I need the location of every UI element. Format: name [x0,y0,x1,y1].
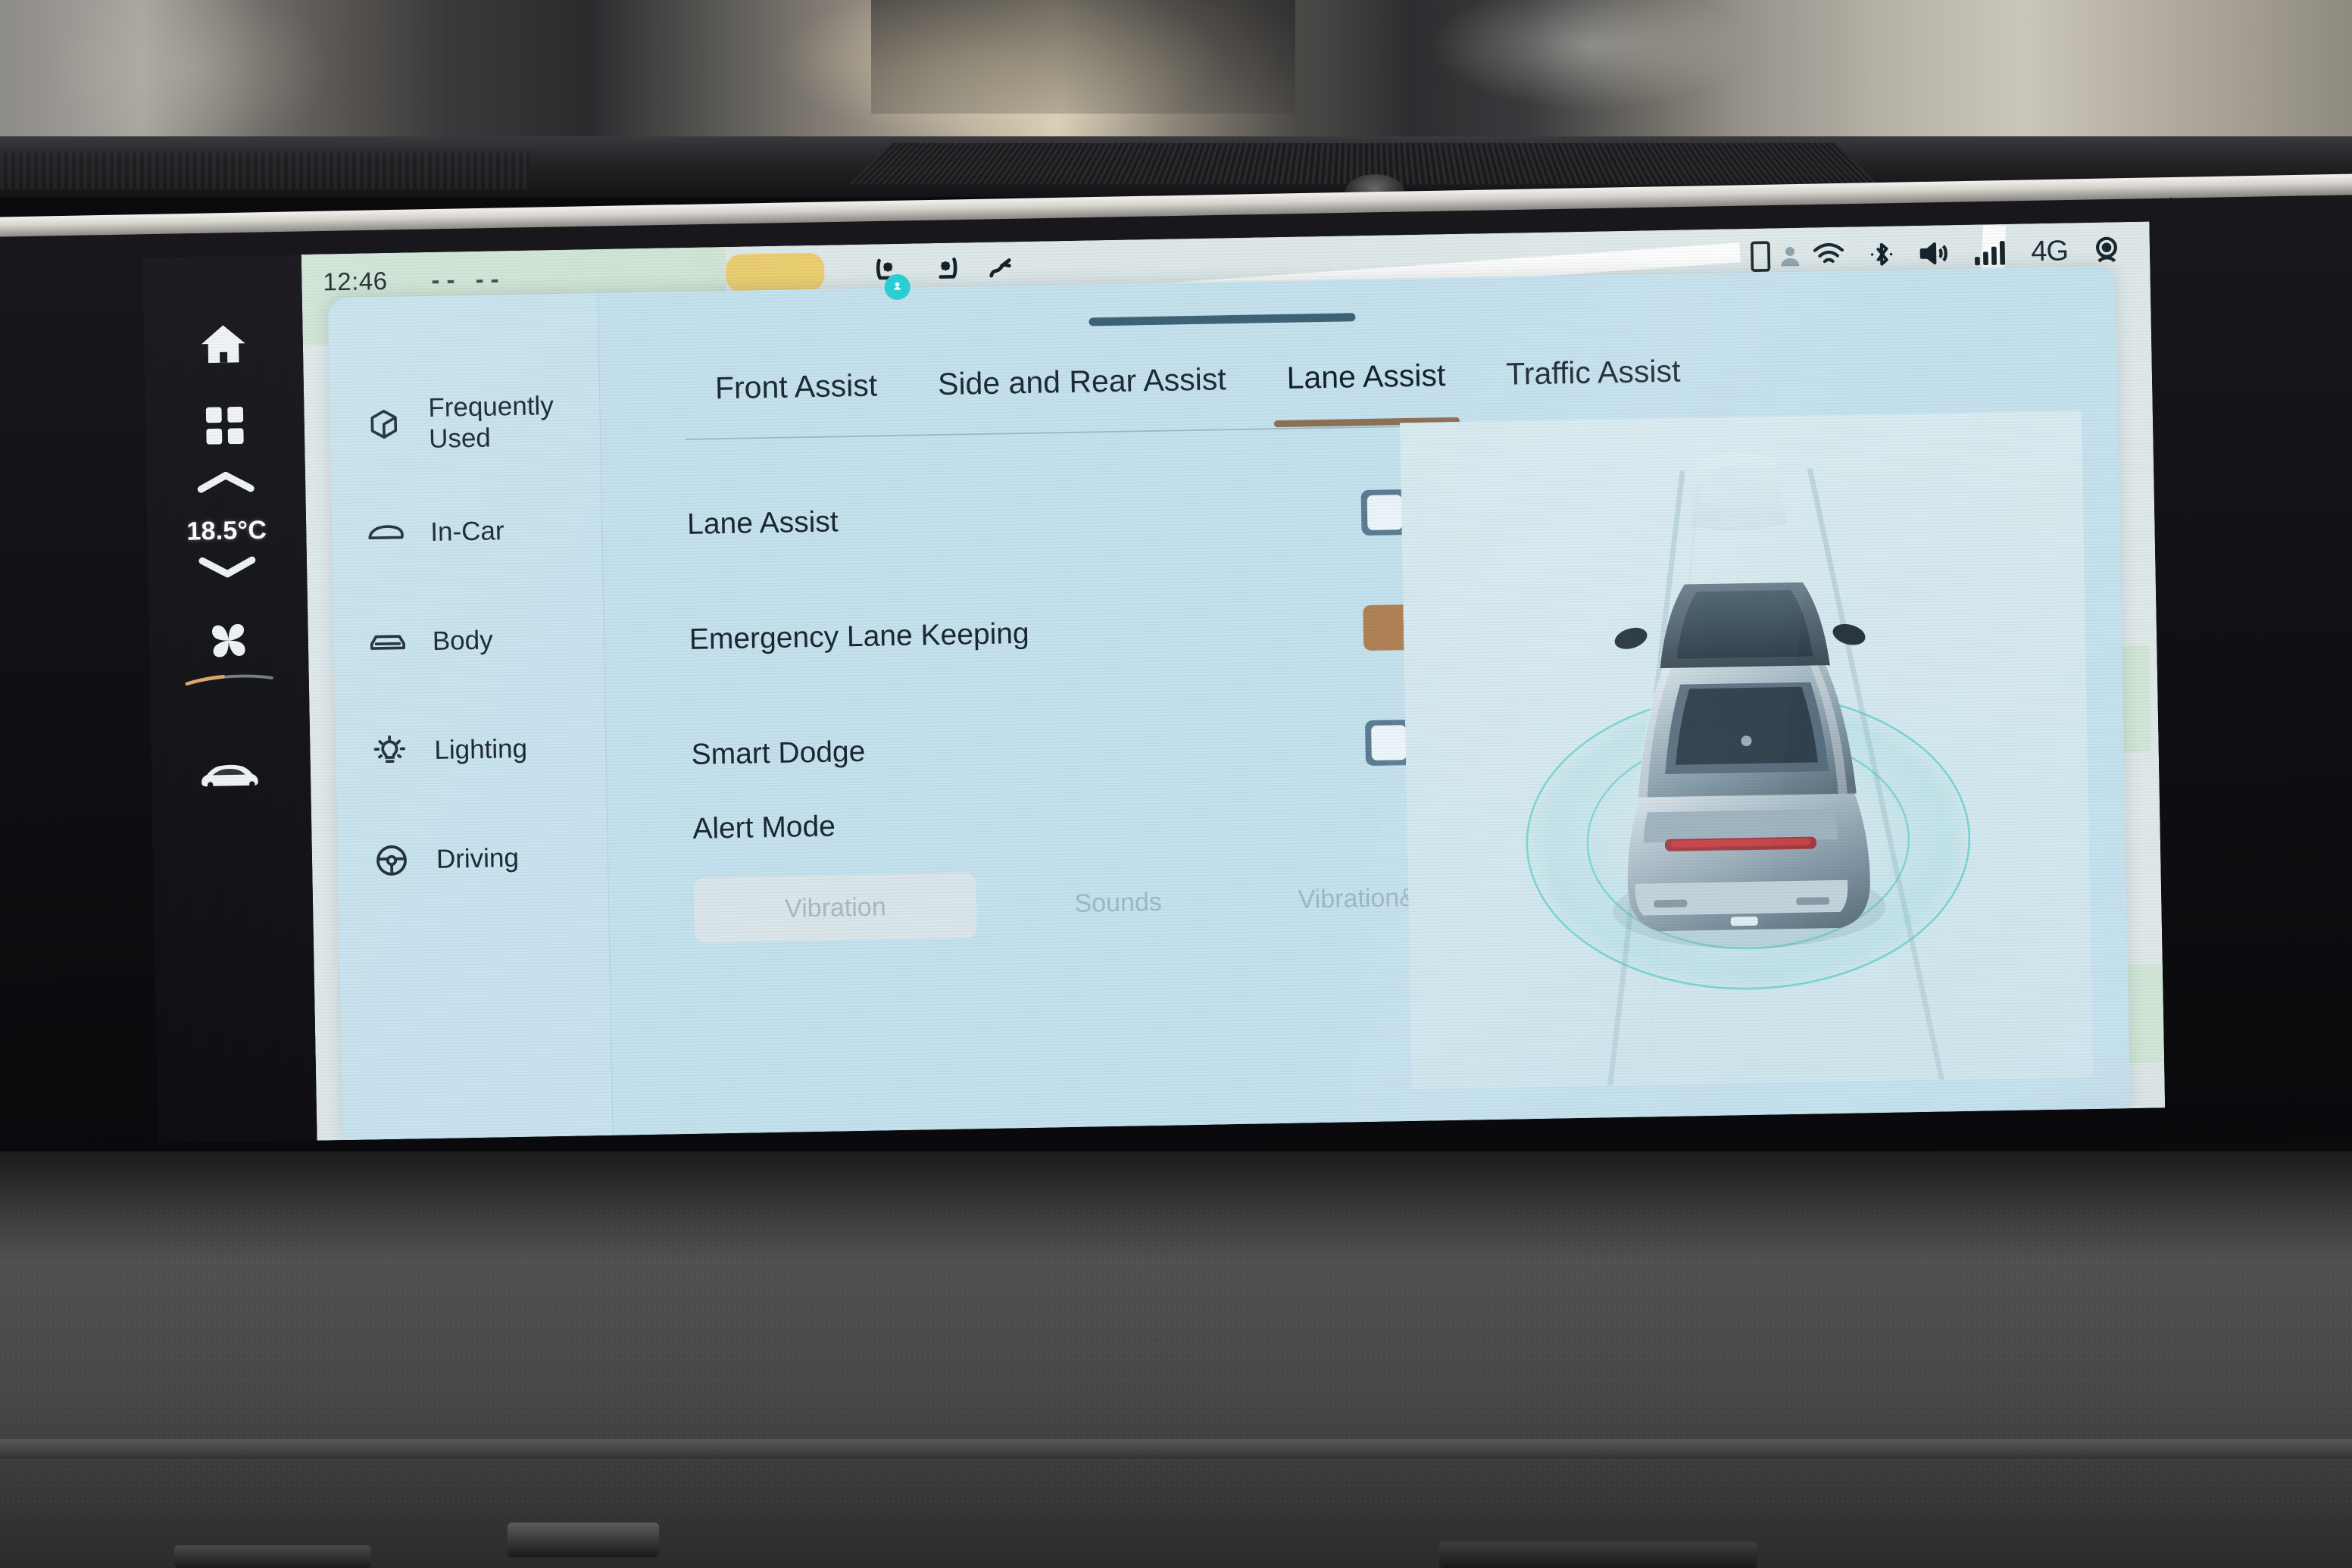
tab-traffic-assist[interactable]: Traffic Assist [1476,354,1711,392]
sidebar-item-in-car[interactable]: In-Car [331,475,603,589]
profile-icon [1776,242,1804,270]
signal-bars-icon [1973,237,2010,268]
car-icon [198,757,264,792]
temperature-value: 18.5°C [186,515,267,546]
setting-row-smart-dodge: Smart Dodge [690,684,1457,813]
temperature-up-button[interactable] [195,466,258,512]
air-vent-right [1439,1541,1757,1568]
apps-button[interactable] [175,384,275,467]
sidebar-item-label: Frequently Used [428,390,554,454]
temperature-down-button[interactable] [196,550,259,596]
photo-scene: tsa Z a r lle Spo 18 12:46 -- -- [0,0,2352,1568]
setting-label: Lane Assist [686,505,839,541]
toggle-knob [1371,725,1407,761]
sidebar-item-frequently-used[interactable]: Frequently Used [329,366,601,479]
toggle-knob [1367,495,1403,530]
defroster-grille-left [0,151,530,189]
status-time: 12:46 [323,266,388,296]
settings-panel: Frequently Used In-Car Body Lighting Dri… [327,266,2131,1141]
climate-control-bar: 18.5°C [142,254,317,1144]
wifi-icon[interactable] [1811,241,1847,270]
seat-vent-active-icon [883,273,911,301]
lead-vehicle-ghost [1689,453,1787,531]
sidebar-item-lighting[interactable]: Lighting [335,693,607,807]
fan-speed-indicator [185,674,273,686]
setting-label: Emergency Lane Keeping [689,617,1030,656]
air-vent-left [174,1545,371,1568]
status-placeholder-info: -- -- [431,264,506,294]
sidebar-item-body[interactable]: Body [333,584,605,698]
setting-row-emergency-lane-keeping: Emergency Lane Keeping [689,569,1456,698]
settings-content: Front Assist Side and Rear Assist Lane A… [598,266,2130,1135]
setting-row-lane-assist: Lane Assist [686,454,1454,583]
vehicle-button[interactable] [181,733,281,817]
chevron-up-icon [195,471,257,500]
tab-front-assist[interactable]: Front Assist [685,367,908,405]
home-button[interactable] [173,302,273,386]
alert-mode-option-sounds[interactable]: Sounds [976,868,1260,939]
bluetooth-icon[interactable] [1867,237,1897,271]
route-turn-icon[interactable] [985,253,1019,287]
home-icon [195,319,251,368]
sidebar-item-label: Body [432,625,493,657]
chevron-down-icon [196,556,258,584]
sidebar-item-driving[interactable]: Driving [337,802,609,916]
lane-assist-car-visualization [1399,411,2094,1090]
tab-side-and-rear-assist[interactable]: Side and Rear Assist [907,361,1257,401]
infotainment-display: tsa Z a r lle Spo 18 12:46 -- -- [142,221,2166,1144]
account-icon[interactable] [2089,233,2125,268]
dashboard-seam [0,1439,2352,1459]
air-vent-center [508,1523,659,1557]
fan-icon [200,612,257,673]
sidebar-item-label: In-Car [429,516,504,548]
setting-label: Smart Dodge [691,735,866,771]
cube-icon [364,407,403,442]
car-side-icon [367,520,405,547]
bulb-icon [370,733,409,770]
sidebar-item-label: Lighting [434,734,528,766]
steering-wheel-icon [373,842,411,879]
sidebar-item-label: Driving [436,843,520,875]
volume-icon[interactable] [1917,238,1953,269]
seat-heat-right-icon[interactable] [927,253,963,289]
settings-sidebar: Frequently Used In-Car Body Lighting Dri… [327,292,614,1141]
car-front-icon [369,629,408,656]
windshield-frame [871,0,1295,114]
fan-speed-button[interactable] [175,595,283,702]
tab-lane-assist[interactable]: Lane Assist [1256,358,1476,395]
seat-heat-left-icon[interactable] [870,255,911,301]
apps-grid-icon [201,401,248,449]
phone-icon[interactable] [1748,239,1774,273]
network-type: 4G [2030,234,2069,267]
alert-mode-option-vibration[interactable]: Vibration [693,873,978,943]
dashboard-texture [0,1197,2352,1515]
